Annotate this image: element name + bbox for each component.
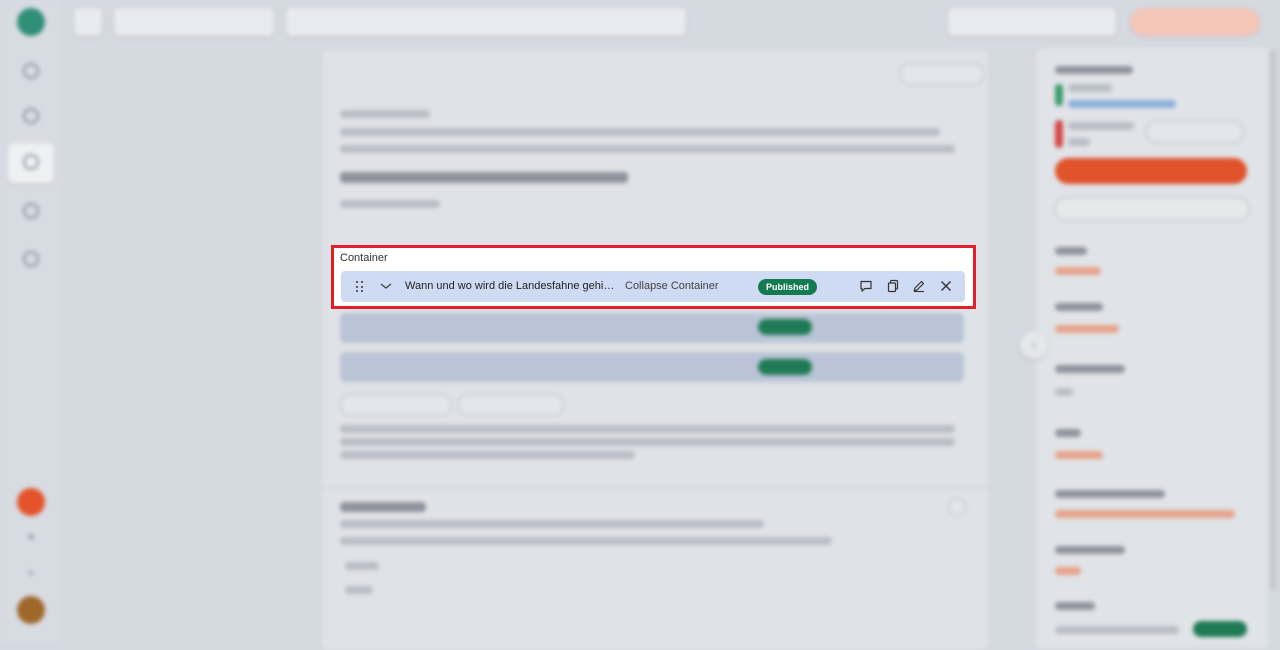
container-title: Wann und wo wird die Landesfahne gehisst…: [405, 280, 617, 292]
ghost-text: [1068, 138, 1090, 146]
ghost-heading: [1055, 490, 1165, 498]
ghost-value: [1055, 267, 1101, 275]
ghost-value: [1055, 510, 1235, 518]
rail-item-3[interactable]: [8, 143, 54, 183]
collapse-panel-button[interactable]: ›: [1020, 331, 1048, 359]
ghost-text: [1068, 122, 1134, 130]
add-button[interactable]: [340, 394, 452, 416]
ghost-text: [1068, 84, 1112, 92]
ghost-heading: [1055, 365, 1125, 373]
export-button[interactable]: [1130, 8, 1260, 36]
close-icon[interactable]: [939, 279, 953, 293]
scrollbar[interactable]: [1270, 50, 1276, 590]
rail-icon: [23, 62, 39, 79]
ghost-text: [340, 110, 430, 118]
ghost-heading: [1055, 247, 1087, 255]
edit-icon[interactable]: [912, 279, 926, 293]
rail-icon: [23, 202, 39, 219]
status-marker: [1055, 84, 1063, 106]
primary-action-button[interactable]: [1055, 158, 1247, 184]
ghost-link[interactable]: [1068, 100, 1176, 108]
ghost-value: [1055, 388, 1073, 396]
status-marker: [1055, 120, 1063, 148]
ghost-heading: [1055, 546, 1125, 554]
workspace-select[interactable]: [114, 8, 274, 36]
ghost-heading: [340, 172, 628, 183]
rail-icon: [23, 250, 39, 267]
secondary-action-button[interactable]: [1055, 197, 1249, 221]
status-badge: [1193, 621, 1247, 637]
rail-item-1[interactable]: [8, 52, 54, 92]
ghost-heading: [1055, 66, 1133, 74]
container-row[interactable]: [340, 313, 964, 343]
editor-panel: [322, 50, 988, 650]
ghost-heading: [340, 502, 426, 512]
ghost-heading: [1055, 429, 1081, 437]
ghost-text: [340, 145, 955, 153]
ghost-text: [340, 128, 940, 136]
rocket-icon[interactable]: ✦: [24, 530, 38, 544]
ghost-value: [1055, 451, 1103, 459]
ghost-heading: [1055, 303, 1103, 311]
status-badge: [758, 359, 812, 375]
ghost-text: [340, 520, 764, 528]
chevron-down-icon[interactable]: [380, 281, 392, 291]
ghost-text: [340, 425, 955, 433]
ghost-text: [340, 438, 955, 446]
panel-button[interactable]: [1146, 121, 1244, 143]
notification-icon[interactable]: [17, 488, 45, 516]
drag-handle-icon[interactable]: [356, 281, 364, 293]
container-section-label: Container: [340, 252, 388, 264]
rail-icon: [23, 153, 39, 170]
rail-item-5[interactable]: [8, 240, 54, 280]
rail-icon: [23, 107, 39, 124]
comment-icon[interactable]: [859, 279, 873, 293]
back-button[interactable]: [74, 8, 102, 36]
ghost-text: [340, 537, 832, 545]
ghost-text: [340, 200, 440, 208]
left-rail: ✦ »: [0, 0, 62, 642]
ghost-text: [340, 451, 635, 459]
rail-item-4[interactable]: [8, 192, 54, 232]
ghost-value: [1055, 325, 1119, 333]
collapse-container-link[interactable]: Collapse Container: [625, 280, 719, 292]
add-icon[interactable]: [948, 498, 966, 516]
ghost-value: [1055, 626, 1179, 634]
duplicate-icon[interactable]: [886, 279, 900, 293]
rail-item-2[interactable]: [8, 97, 54, 137]
container-row[interactable]: [340, 352, 964, 382]
ghost-value: [1055, 567, 1081, 575]
expand-icon[interactable]: »: [24, 565, 38, 579]
ghost-heading: [1055, 602, 1095, 610]
status-badge: Published: [758, 279, 818, 295]
divider: [322, 487, 988, 488]
language-select[interactable]: [948, 8, 1116, 36]
app-logo: [17, 8, 45, 36]
toolbar-button[interactable]: [900, 63, 984, 85]
avatar[interactable]: [17, 596, 45, 624]
breadcrumb[interactable]: [286, 8, 686, 36]
ghost-option[interactable]: [345, 586, 373, 594]
add-button[interactable]: [458, 394, 564, 416]
status-badge: [758, 319, 812, 335]
ghost-option[interactable]: [345, 562, 379, 570]
